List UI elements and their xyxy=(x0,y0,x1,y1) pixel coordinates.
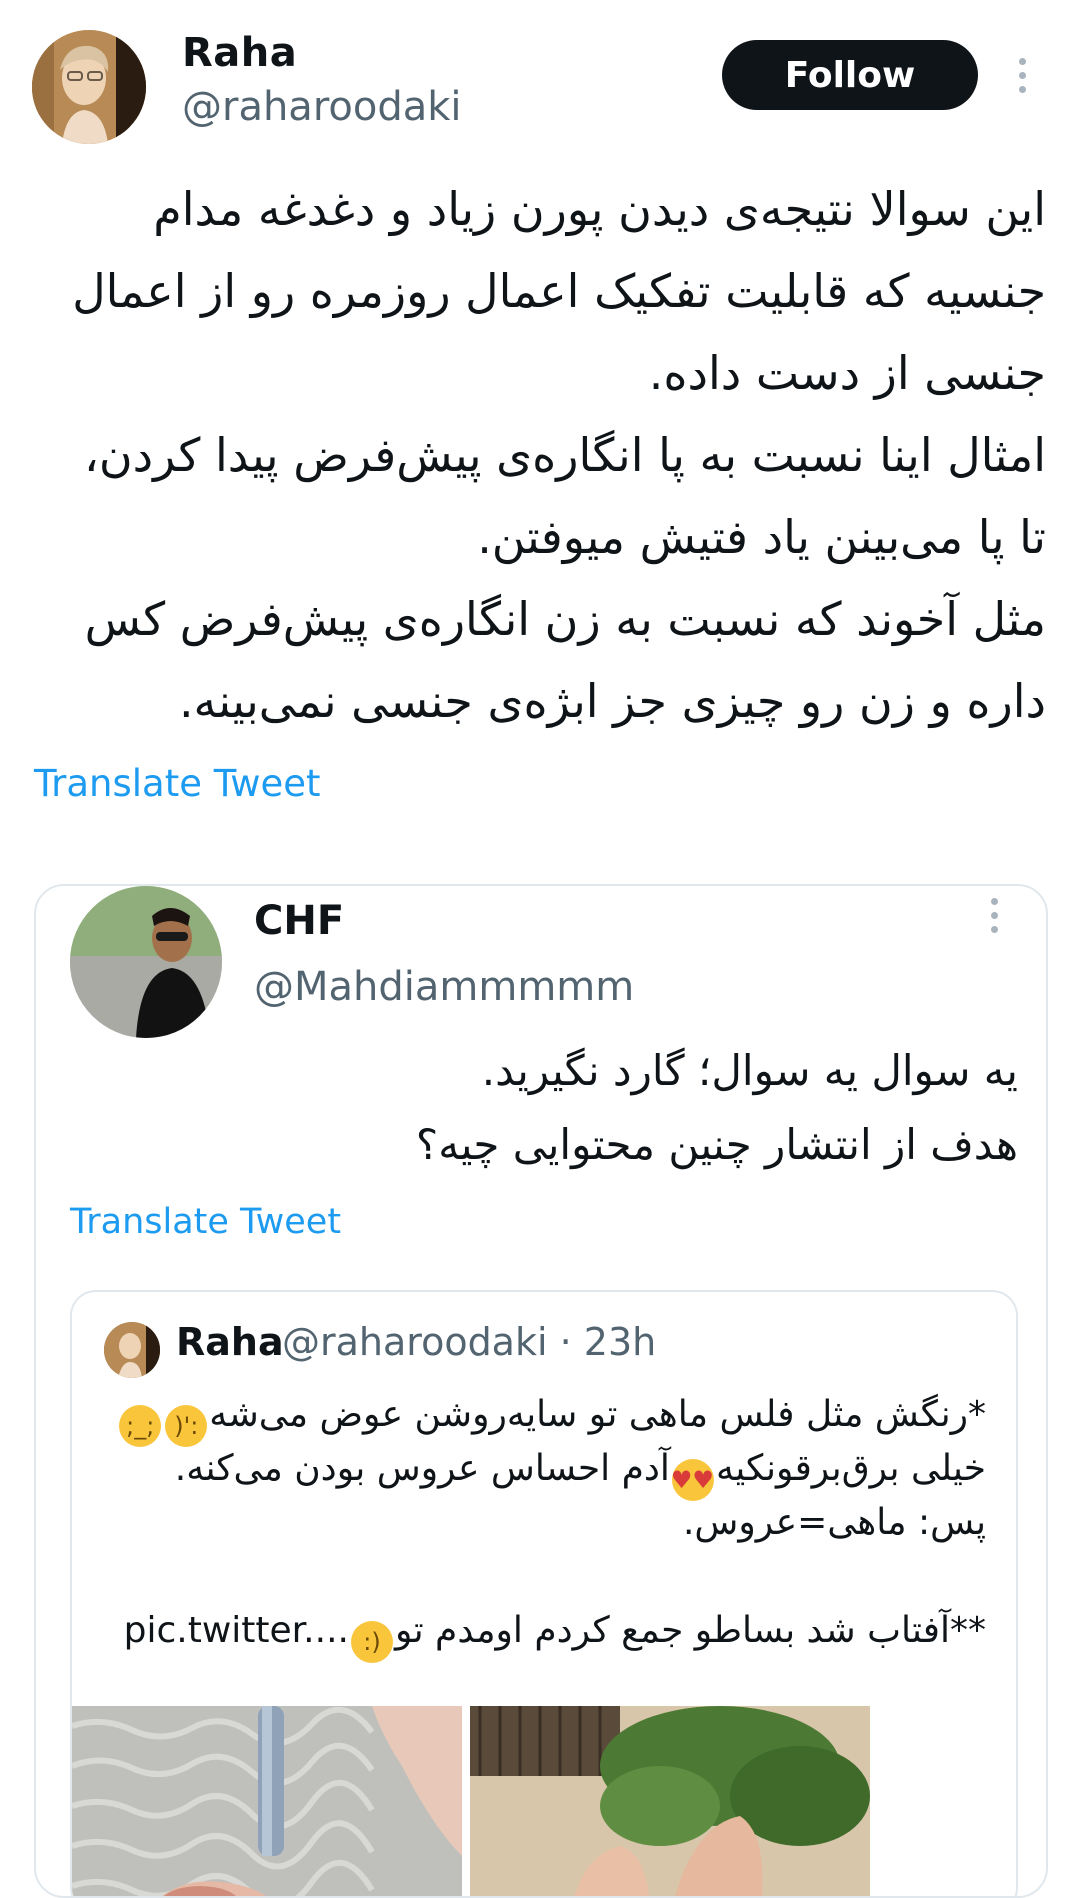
nested-tweet-line: *رنگش مثل فلس ماهی تو سایه‌روشن عوض می‌ش… xyxy=(100,1388,986,1447)
quoted-tweet-text: یه سوال یه سوال؛ گارد نگیرید. هدف از انت… xyxy=(76,1034,1018,1182)
nested-author-handle[interactable]: @raharoodaki · 23h xyxy=(282,1320,656,1364)
quoted-author-handle[interactable]: @Mahdiammmmm xyxy=(254,964,634,1010)
quoted-tweet-card[interactable]: CHF @Mahdiammmmm یه سوال یه سوال؛ گارد ن… xyxy=(34,884,1048,1898)
quoted-translate-tweet-link[interactable]: Translate Tweet xyxy=(70,1202,341,1242)
photo-1-image xyxy=(72,1706,462,1896)
author-avatar-image xyxy=(32,30,146,144)
tearful-face-emoji: ;_; xyxy=(119,1405,162,1447)
nested-author-name[interactable]: Raha xyxy=(176,1320,284,1364)
tweet-line: تا پا می‌بینن یاد فتیش میوفتن. xyxy=(477,510,1046,564)
quoted-author-avatar[interactable] xyxy=(70,886,222,1038)
quoted-tweet-line: یه سوال یه سوال؛ گارد نگیرید. xyxy=(481,1046,1018,1095)
nested-tweet-line: **آفتاب شد بساطو جمع کردم اومدم تو(:pic.… xyxy=(100,1604,986,1663)
tweet-line: این سوالا نتیجه‌ی دیدن پورن زیاد و دغدغه… xyxy=(153,182,1046,236)
author-handle[interactable]: @raharoodaki xyxy=(182,84,462,130)
tweet-line: امثال اینا نسبت به پا انگاره‌ی پیش‌فرض پ… xyxy=(83,428,1046,482)
nested-author-avatar-image xyxy=(104,1322,160,1378)
crying-face-emoji: :'( xyxy=(165,1405,208,1447)
tweet-line: مثل آخوند که نسبت به زن انگاره‌ی پیش‌فرض… xyxy=(84,592,1046,646)
follow-button[interactable]: Follow xyxy=(722,40,978,110)
nested-quoted-tweet[interactable]: Raha @raharoodaki · 23h *رنگش مثل فلس ما… xyxy=(70,1290,1018,1896)
nested-tweet-line: خیلی برق‌برقونکیه♥♥آدم احساس عروس بودن م… xyxy=(100,1442,986,1501)
tweet-text: این سوالا نتیجه‌ی دیدن پورن زیاد و دغدغه… xyxy=(40,168,1046,742)
nested-line-2b: آدم احساس عروس بودن می‌کنه. xyxy=(174,1448,670,1489)
photo-2-image xyxy=(470,1706,870,1896)
author-avatar[interactable] xyxy=(32,30,146,144)
translate-tweet-link[interactable]: Translate Tweet xyxy=(34,762,321,805)
pic-link[interactable]: pic.twitter.... xyxy=(124,1610,349,1651)
more-vertical-icon[interactable] xyxy=(1019,58,1026,93)
nested-line-1: *رنگش مثل فلس ماهی تو سایه‌روشن عوض می‌ش… xyxy=(209,1394,986,1435)
quoted-more-vertical-icon[interactable] xyxy=(991,898,998,933)
nested-author-avatar[interactable] xyxy=(104,1322,160,1378)
quoted-tweet-line: هدف از انتشار چنین محتوایی چیه؟ xyxy=(415,1120,1018,1169)
tweet-line: جنسیه که قابلیت تفکیک اعمال روزمره رو از… xyxy=(72,264,1046,318)
upside-down-face-emoji: (: xyxy=(350,1621,393,1663)
nested-line-2a: خیلی برق‌برقونکیه xyxy=(715,1448,986,1489)
nested-line-5: **آفتاب شد بساطو جمع کردم اومدم تو xyxy=(394,1610,986,1651)
tweet-line: داره و زن رو چیزی جز ابژه‌ی جنسی نمی‌بین… xyxy=(178,674,1046,728)
quoted-author-name[interactable]: CHF xyxy=(254,898,344,944)
author-name[interactable]: Raha xyxy=(182,30,297,76)
nested-tweet-text: *رنگش مثل فلس ماهی تو سایه‌روشن عوض می‌ش… xyxy=(100,1388,986,1663)
nested-tweet-line: پس: ماهی=عروس. xyxy=(682,1502,986,1543)
heart-eyes-emoji: ♥♥ xyxy=(671,1459,714,1501)
nested-tweet-line-blank xyxy=(100,1550,986,1604)
quoted-author-avatar-image xyxy=(70,886,222,1038)
attached-photo-2[interactable] xyxy=(470,1706,870,1896)
attached-photo-1[interactable] xyxy=(72,1706,462,1896)
tweet-line: جنسی از دست داده. xyxy=(648,346,1046,400)
